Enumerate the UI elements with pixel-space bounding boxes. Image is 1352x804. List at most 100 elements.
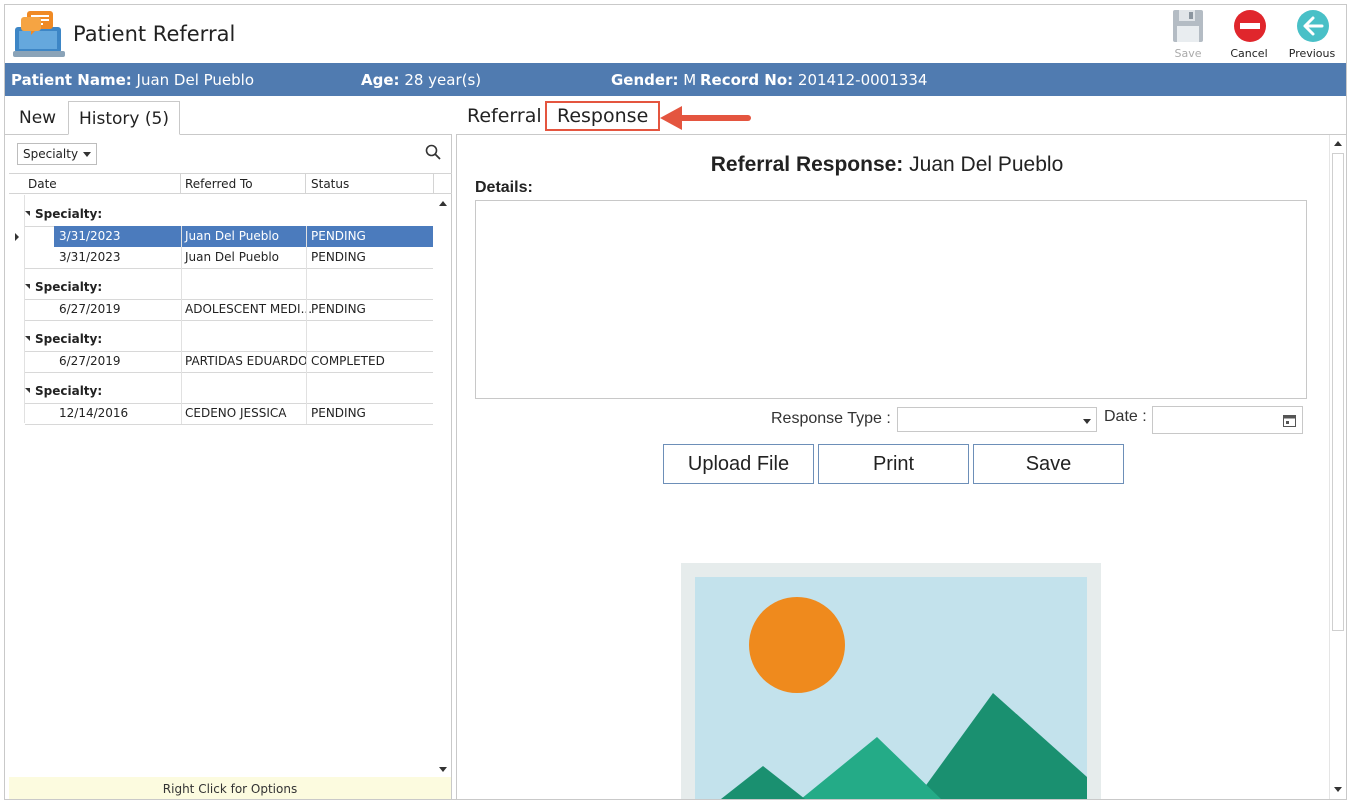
scroll-down-icon[interactable] (1334, 787, 1342, 792)
chevron-down-icon (1083, 419, 1091, 424)
left-tab-strip: New History (5) (5, 97, 452, 135)
history-grid: Specialty: 3/31/2023 Juan Del Pueblo PEN… (9, 195, 452, 780)
group-by-value: Specialty (23, 147, 79, 161)
response-title: Referral Response: Juan Del Pueblo (457, 153, 1317, 177)
row-status: PENDING (311, 250, 366, 264)
chat-bubbles-laptop-icon (13, 9, 65, 59)
scroll-up-icon[interactable] (439, 201, 447, 206)
group-header-label: Specialty: (35, 280, 103, 294)
print-button[interactable]: Print (818, 444, 969, 484)
upload-file-button[interactable]: Upload File (663, 444, 814, 484)
row-date: 6/27/2019 (59, 354, 121, 368)
tab-referral[interactable]: Referral (467, 105, 542, 127)
tab-referral-label: Referral (467, 105, 542, 127)
patient-record-field: Record No: 201412-0001334 (700, 71, 927, 89)
cancel-toolbar-label: Cancel (1230, 47, 1268, 60)
table-row[interactable]: 6/27/2019 PARTIDAS EDUARDO COMPLETED (54, 351, 433, 372)
save-toolbar-button[interactable]: Save (1163, 7, 1213, 63)
response-title-name: Juan Del Pueblo (909, 153, 1064, 176)
row-status: PENDING (311, 229, 366, 243)
app-title: Patient Referral (73, 22, 236, 46)
response-scrollbar[interactable] (1329, 135, 1346, 799)
save-button[interactable]: Save (973, 444, 1124, 484)
annotation-arrow-icon (660, 106, 751, 130)
row-status: PENDING (311, 406, 366, 420)
row-referred-to: ADOLESCENT MEDI... (185, 302, 313, 316)
table-row[interactable]: 12/14/2016 CEDENO JESSICA PENDING (54, 403, 433, 424)
grid-scrollbar[interactable] (435, 195, 451, 780)
cancel-toolbar-button[interactable]: Cancel (1224, 7, 1274, 63)
group-by-dropdown[interactable]: Specialty (17, 143, 97, 165)
table-row[interactable]: 3/31/2023 Juan Del Pueblo PENDING (54, 247, 433, 268)
patient-gender-value: M (683, 71, 697, 89)
table-row[interactable]: 6/27/2019 ADOLESCENT MEDI... PENDING (54, 299, 433, 320)
patient-name-label: Patient Name: (11, 71, 132, 89)
row-referred-to: Juan Del Pueblo (185, 229, 279, 243)
image-placeholder-icon (681, 563, 1101, 799)
patient-record-label: Record No: (700, 71, 794, 89)
group-header[interactable]: Specialty: (25, 280, 102, 294)
chevron-down-icon (83, 152, 91, 157)
tab-response[interactable]: Response (545, 101, 661, 131)
back-arrow-icon (1297, 10, 1329, 42)
date-input[interactable] (1152, 406, 1303, 434)
patient-age-value: 28 year(s) (404, 71, 482, 89)
group-header[interactable]: Specialty: (25, 384, 102, 398)
row-date: 3/31/2023 (59, 229, 121, 243)
previous-toolbar-button[interactable]: Previous (1287, 7, 1337, 63)
history-panel: Specialty Date Referred To Status Specia… (5, 134, 452, 800)
row-referred-to: Juan Del Pueblo (185, 250, 279, 264)
row-referred-to: PARTIDAS EDUARDO (185, 354, 308, 368)
row-status: PENDING (311, 302, 366, 316)
row-referred-to: CEDENO JESSICA (185, 406, 287, 420)
grid-header: Date Referred To Status (9, 173, 452, 194)
patient-record-value: 201412-0001334 (797, 71, 928, 89)
floppy-disk-icon (1173, 10, 1203, 42)
current-row-indicator-icon (15, 233, 19, 241)
response-type-label: Response Type : (771, 410, 891, 427)
save-toolbar-label: Save (1174, 47, 1202, 60)
details-textarea[interactable] (475, 200, 1307, 399)
details-label: Details: (475, 179, 533, 196)
patient-name-field: Patient Name: Juan Del Pueblo (11, 71, 254, 89)
group-header-label: Specialty: (35, 332, 103, 346)
row-date: 3/31/2023 (59, 250, 121, 264)
response-panel: Referral Response: Juan Del Pueblo Detai… (456, 134, 1347, 800)
group-header[interactable]: Specialty: (25, 207, 102, 221)
scrollbar-thumb[interactable] (1332, 153, 1344, 631)
row-date: 12/14/2016 (59, 406, 129, 420)
tab-history-label: History (79, 109, 140, 129)
tab-history[interactable]: History (5) (68, 101, 180, 135)
cancel-icon (1234, 10, 1266, 42)
response-title-label: Referral Response: (710, 153, 904, 176)
patient-name-value: Juan Del Pueblo (136, 71, 255, 89)
app-window: Patient Referral Save Cancel Previous Pa… (4, 4, 1347, 800)
tab-response-label: Response (557, 105, 649, 127)
tab-new[interactable]: New (9, 101, 66, 135)
patient-gender-label: Gender: (611, 71, 679, 89)
column-header-referred-to[interactable]: Referred To (185, 177, 253, 191)
calendar-icon[interactable] (1283, 414, 1296, 427)
patient-info-bar: Patient Name: Juan Del Pueblo Age: 28 ye… (5, 63, 1346, 96)
row-status: COMPLETED (311, 354, 385, 368)
scroll-down-icon[interactable] (439, 767, 447, 772)
previous-toolbar-label: Previous (1288, 47, 1336, 60)
group-header[interactable]: Specialty: (25, 332, 102, 346)
tab-new-label: New (19, 108, 57, 128)
response-type-dropdown[interactable] (897, 407, 1097, 432)
group-header-label: Specialty: (35, 207, 103, 221)
column-header-status[interactable]: Status (311, 177, 349, 191)
scroll-up-icon[interactable] (1334, 141, 1342, 146)
right-click-hint: Right Click for Options (9, 777, 451, 799)
column-header-date[interactable]: Date (28, 177, 57, 191)
right-tab-strip: Referral Response (457, 97, 1343, 135)
title-bar: Patient Referral Save Cancel Previous (5, 5, 1346, 63)
date-label: Date : (1104, 408, 1147, 425)
patient-age-field: Age: 28 year(s) (361, 71, 481, 89)
table-row[interactable]: 3/31/2023 Juan Del Pueblo PENDING (54, 226, 433, 247)
tab-history-count: (5) (144, 109, 169, 129)
row-date: 6/27/2019 (59, 302, 121, 316)
search-icon[interactable] (425, 144, 441, 164)
group-header-label: Specialty: (35, 384, 103, 398)
patient-gender-field: Gender: M (611, 71, 696, 89)
